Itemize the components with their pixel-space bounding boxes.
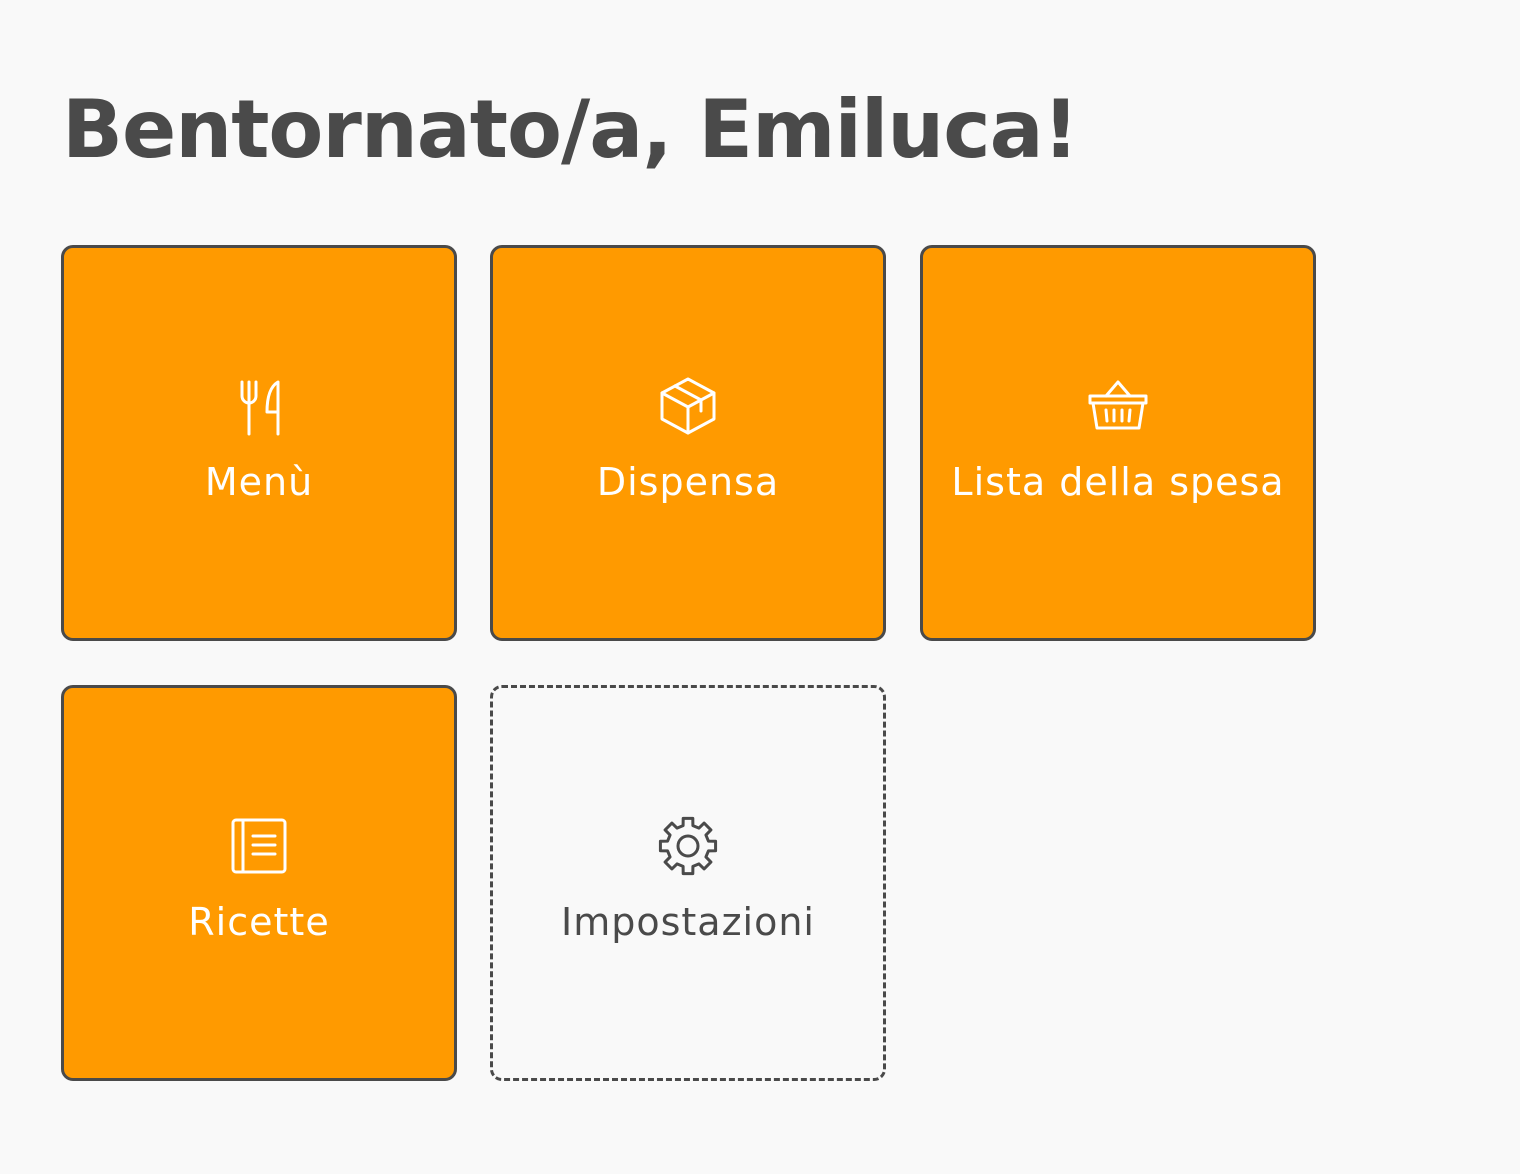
recipes-tile-label: Ricette [188,900,330,944]
shopping-list-tile[interactable]: Lista della spesa [920,245,1316,641]
shopping-list-tile-label: Lista della spesa [951,460,1285,504]
recipe-book-icon [227,814,291,878]
fork-knife-icon [227,374,291,438]
gear-icon [656,814,720,878]
basket-icon [1086,374,1150,438]
settings-tile[interactable]: Impostazioni [490,685,886,1081]
menu-tile-label: Menù [204,460,314,504]
recipes-tile[interactable]: Ricette [61,685,457,1081]
settings-tile-label: Impostazioni [561,900,815,944]
page-title: Bentornato/a, Emiluca! [62,83,1079,176]
pantry-tile[interactable]: Dispensa [490,245,886,641]
menu-tile[interactable]: Menù [61,245,457,641]
box-icon [656,374,720,438]
pantry-tile-label: Dispensa [596,460,780,504]
